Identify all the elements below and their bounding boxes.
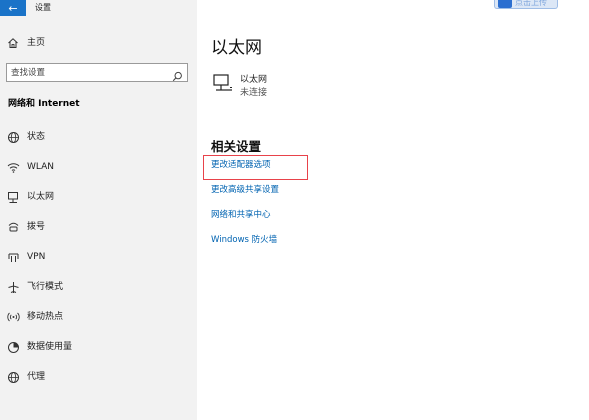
sidebar-item-wlan[interactable]: WLAN bbox=[0, 155, 197, 179]
sidebar-item-vpn[interactable]: VPN bbox=[0, 245, 197, 269]
wifi-icon bbox=[6, 160, 20, 174]
sidebar-item-label: 代理 bbox=[27, 372, 46, 382]
home-icon bbox=[6, 36, 20, 50]
sidebar-item-mobile-hotspot[interactable]: 移动热点 bbox=[0, 305, 197, 329]
proxy-globe-icon bbox=[6, 370, 20, 384]
sidebar-item-proxy[interactable]: 代理 bbox=[0, 365, 197, 389]
related-settings-heading: 相关设置 bbox=[211, 139, 262, 154]
app-title: 设置 bbox=[35, 3, 51, 12]
page-title: 以太网 bbox=[211, 38, 262, 58]
sidebar-item-status[interactable]: 状态 bbox=[0, 125, 197, 149]
ethernet-monitor-icon bbox=[212, 72, 234, 98]
title-bar: ← 设置 bbox=[0, 0, 197, 16]
back-arrow-icon: ← bbox=[8, 1, 18, 15]
search-icon[interactable] bbox=[172, 67, 183, 86]
sidebar-item-label: 移动热点 bbox=[27, 312, 64, 322]
data-usage-icon bbox=[6, 340, 20, 354]
upload-widget-label: 点击上传 bbox=[515, 0, 547, 7]
upload-badge-icon bbox=[498, 0, 512, 8]
sidebar-item-dialup[interactable]: 拨号 bbox=[0, 215, 197, 239]
sidebar-item-label: 以太网 bbox=[27, 192, 55, 202]
globe-status-icon bbox=[6, 130, 20, 144]
search-field[interactable] bbox=[6, 63, 188, 82]
sidebar-item-data-usage[interactable]: 数据使用量 bbox=[0, 335, 197, 359]
search-input[interactable] bbox=[11, 66, 161, 79]
upload-widget[interactable]: 点击上传 bbox=[494, 0, 558, 9]
sidebar-item-label: 主页 bbox=[27, 38, 46, 48]
sidebar-item-label: WLAN bbox=[27, 162, 55, 172]
network-name: 以太网 bbox=[240, 75, 268, 85]
section-heading: 网络和 Internet bbox=[8, 99, 80, 109]
back-button[interactable]: ← bbox=[0, 0, 26, 16]
vpn-icon bbox=[6, 250, 20, 264]
network-status: 未连接 bbox=[240, 88, 268, 98]
windows-firewall-link[interactable]: Windows 防火墙 bbox=[211, 233, 277, 245]
sidebar-item-label: 飞行模式 bbox=[27, 282, 64, 292]
sidebar-item-label: 拨号 bbox=[27, 222, 46, 232]
sidebar-item-ethernet[interactable]: 以太网 bbox=[0, 185, 197, 209]
ethernet-icon bbox=[6, 190, 20, 204]
dialup-icon bbox=[6, 220, 20, 234]
sidebar-item-airplane-mode[interactable]: 飞行模式 bbox=[0, 275, 197, 299]
sidebar-item-label: 状态 bbox=[27, 132, 46, 142]
sidebar: ← 设置 主页 网络和 Internet 状态 WLAN 以太网 bbox=[0, 0, 197, 420]
network-sharing-center-link[interactable]: 网络和共享中心 bbox=[211, 208, 271, 220]
change-adapter-options-link[interactable]: 更改适配器选项 bbox=[211, 158, 271, 170]
advanced-sharing-settings-link[interactable]: 更改高级共享设置 bbox=[211, 183, 279, 195]
sidebar-item-label: 数据使用量 bbox=[27, 342, 73, 352]
hotspot-icon bbox=[6, 310, 20, 324]
sidebar-item-home[interactable]: 主页 bbox=[0, 31, 197, 55]
sidebar-item-label: VPN bbox=[27, 252, 46, 262]
airplane-icon bbox=[6, 280, 20, 294]
